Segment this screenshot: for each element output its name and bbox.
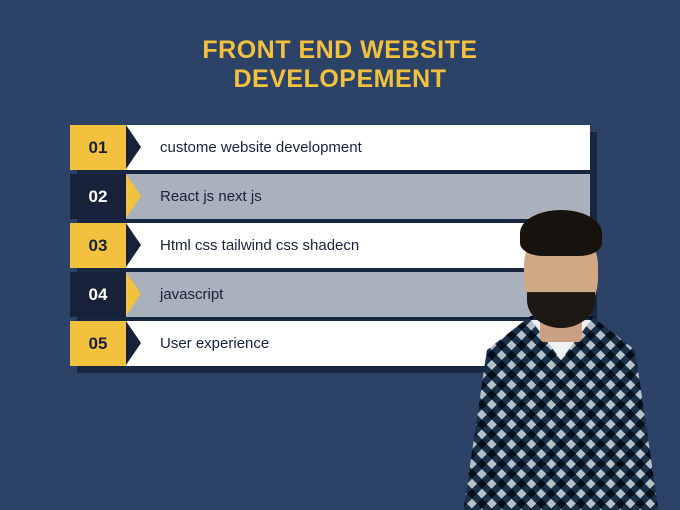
item-label: custome website development [126, 125, 590, 170]
hair [520, 210, 602, 256]
item-number: 03 [70, 223, 126, 268]
item-number: 01 [70, 125, 126, 170]
title-line-2: DEVELOPEMENT [0, 65, 680, 94]
person-photo [456, 210, 666, 510]
list-item: 01 custome website development [70, 125, 590, 170]
page-title: FRONT END WEBSITE DEVELOPEMENT [0, 0, 680, 94]
item-number: 05 [70, 321, 126, 366]
item-number: 02 [70, 174, 126, 219]
title-line-1: FRONT END WEBSITE [0, 36, 680, 65]
item-number: 04 [70, 272, 126, 317]
